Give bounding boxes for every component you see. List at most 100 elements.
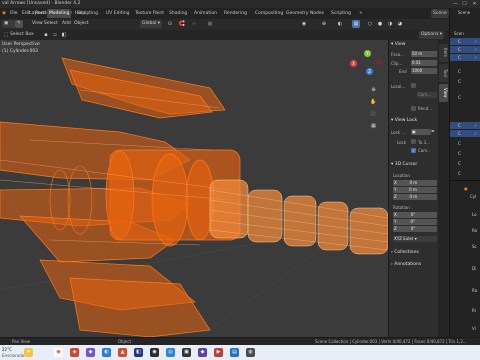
gizmo-toggle-icon[interactable]: ⊕: [320, 20, 328, 28]
grid-view-icon[interactable]: ▦: [369, 122, 378, 131]
app-icon[interactable]: ▲: [118, 348, 127, 357]
overlays-icon[interactable]: ◐: [336, 20, 344, 28]
app-icon[interactable]: ▤: [230, 348, 239, 357]
cursor-loc-y-field[interactable]: Y 0 m: [393, 187, 437, 193]
snap-icon[interactable]: 🧲: [178, 20, 186, 28]
outliner-row[interactable]: C: [450, 140, 480, 147]
workspace-tab-uv-editing[interactable]: UV Editing: [104, 9, 131, 18]
workspace-tab-geometry-nodes[interactable]: Geometry Nodes: [284, 9, 326, 18]
local-camera-checkbox[interactable]: [411, 83, 416, 88]
mode-selector[interactable]: ✎: [15, 20, 23, 28]
snap-target-icon[interactable]: ⁘: [190, 20, 198, 28]
shading-solid-icon[interactable]: ●: [376, 20, 384, 28]
outliner-row[interactable]: C ✓: [450, 54, 480, 61]
weather-temp[interactable]: 22°C: [2, 347, 12, 352]
3d-cursor-section-header[interactable]: ▾ 3D Cursor: [391, 162, 417, 167]
select-tool-icon[interactable]: ⬚: [2, 31, 10, 39]
gizmo-y-axis[interactable]: Y: [364, 50, 371, 57]
blender-taskbar-icon[interactable]: ◉: [150, 348, 159, 357]
weather-icon[interactable]: ☀: [24, 348, 33, 357]
app-icon[interactable]: ▶: [214, 348, 223, 357]
shading-rendered-icon[interactable]: ◕: [396, 20, 404, 28]
workspace-tab-modeling[interactable]: Modeling: [47, 9, 72, 18]
outliner-row[interactable]: C: [450, 170, 480, 177]
cursor-loc-x-field[interactable]: X 0 m: [393, 180, 437, 186]
lock-to-cursor-checkbox[interactable]: [411, 139, 416, 144]
lock-object-field[interactable]: ▣: [411, 129, 431, 135]
outliner-row[interactable]: C ✓: [450, 38, 480, 45]
navigation-gizmo[interactable]: Y X Z: [346, 48, 386, 84]
cursor-loc-z-field[interactable]: Z 0 m: [393, 194, 437, 200]
minimize-button[interactable]: —: [451, 0, 460, 8]
select-new-icon[interactable]: ▪: [42, 31, 50, 39]
workspace-tab-rendering[interactable]: Rendering: [222, 9, 249, 18]
workspace-tab-animation[interactable]: Animation: [192, 9, 219, 18]
menu-add[interactable]: Add: [62, 20, 71, 28]
outliner-row[interactable]: C: [450, 78, 480, 85]
tab-view[interactable]: View: [439, 84, 448, 102]
properties-object-icon[interactable]: ▣: [464, 186, 468, 191]
outliner-row[interactable]: C ✓: [450, 130, 480, 137]
view-section-header[interactable]: ▾ View: [391, 42, 405, 47]
shading-material-icon[interactable]: ◑: [386, 20, 394, 28]
close-button[interactable]: ✕: [470, 0, 479, 8]
app-icon[interactable]: ◈: [70, 348, 79, 357]
pan-hand-icon[interactable]: ✋: [369, 98, 378, 107]
gizmo-x-axis[interactable]: X: [350, 60, 357, 67]
chrome-icon[interactable]: ◉: [54, 348, 63, 357]
workspace-tab-layout[interactable]: Layout: [27, 9, 46, 18]
select-subtract-icon[interactable]: ◧: [60, 31, 68, 39]
clip-end-field[interactable]: 1000: [411, 68, 437, 74]
gizmo-z-axis[interactable]: Z: [366, 68, 373, 75]
clip-start-field[interactable]: 0.01: [411, 60, 437, 66]
rotation-mode-dropdown[interactable]: XYZ Euler ▾: [393, 236, 437, 242]
select-extend-icon[interactable]: ▫: [51, 31, 59, 39]
add-workspace-button[interactable]: +: [357, 9, 365, 18]
outliner-row[interactable]: C: [450, 68, 480, 75]
tab-item[interactable]: Item: [439, 44, 448, 62]
outliner-row[interactable]: C: [450, 94, 480, 101]
zoom-icon[interactable]: ⊕: [369, 86, 378, 95]
render-region-checkbox[interactable]: [411, 106, 416, 111]
maximize-button[interactable]: ☐: [460, 0, 469, 8]
orientation-dropdown[interactable]: Global ▾: [140, 20, 163, 28]
lock-camera-checkbox[interactable]: ✓: [411, 148, 416, 153]
workspace-tab-texture-paint[interactable]: Texture Paint: [133, 9, 166, 18]
tab-tool[interactable]: Tool: [439, 64, 448, 82]
edge-icon[interactable]: ◐: [102, 348, 111, 357]
visibility-icon[interactable]: ◉: [300, 20, 308, 28]
workspace-tab-shading[interactable]: Shading: [167, 9, 189, 18]
outliner-row[interactable]: C: [450, 160, 480, 167]
xray-toggle-icon[interactable]: ▦: [352, 20, 360, 28]
editor-type-icon[interactable]: ▣: [2, 20, 16, 28]
workspace-tab-compositing[interactable]: Compositing: [253, 9, 285, 18]
pivot-icon[interactable]: ⊙: [166, 20, 174, 28]
outliner-row[interactable]: C ✓: [450, 46, 480, 53]
cursor-rot-y-field[interactable]: Y 0°: [393, 219, 437, 225]
3d-viewport[interactable]: User Perspective (1) Cylinder.003 Y X Z …: [0, 40, 388, 337]
app-icon[interactable]: ◆: [198, 348, 207, 357]
proportional-edit-icon[interactable]: ◎: [206, 20, 214, 28]
select-box-label[interactable]: Select Box: [10, 31, 34, 39]
annotations-section-header[interactable]: › Annotations: [391, 262, 421, 267]
options-dropdown[interactable]: Options ▾: [419, 31, 445, 39]
app-icon[interactable]: ◧: [134, 348, 143, 357]
menu-file[interactable]: File: [8, 9, 20, 18]
app-icon[interactable]: ◍: [246, 348, 255, 357]
menu-object[interactable]: Object: [74, 20, 89, 28]
workspace-tab-scripting[interactable]: Scripting: [329, 9, 353, 18]
menu-view[interactable]: View: [32, 20, 43, 28]
collections-section-header[interactable]: › Collections: [391, 250, 419, 255]
shading-wireframe-icon[interactable]: ○: [366, 20, 374, 28]
outliner-row[interactable]: Scen: [450, 30, 480, 37]
gizmo-neg-x[interactable]: [376, 58, 383, 65]
view-lock-section-header[interactable]: ▾ View Lock: [391, 118, 417, 123]
app-icon[interactable]: ◆: [86, 348, 95, 357]
properties-object-name[interactable]: Cyl: [470, 194, 476, 199]
local-camera-field[interactable]: Cam...: [417, 92, 437, 98]
cursor-rot-x-field[interactable]: X 0°: [393, 212, 437, 218]
focal-length-field[interactable]: 50 m: [411, 51, 437, 57]
camera-view-icon[interactable]: 🎥: [369, 110, 378, 119]
scene-selector[interactable]: Scene: [431, 9, 449, 18]
menu-select[interactable]: Select: [44, 20, 58, 28]
